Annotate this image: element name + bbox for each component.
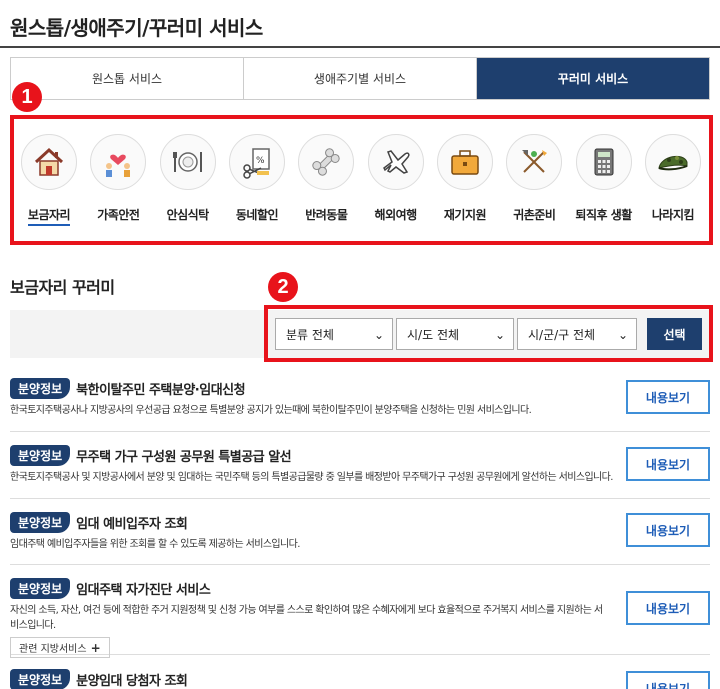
category-label: 재기지원 <box>443 208 487 222</box>
category-label: 해외여행 <box>374 208 418 222</box>
view-details-button[interactable]: 내용보기 <box>626 380 710 414</box>
category-national-defense[interactable]: 나라지킴 <box>640 134 706 226</box>
service-description: 임대주택 예비입주자들을 위한 조회를 할 수 있도록 제공하는 서비스입니다. <box>10 539 300 550</box>
category-label: 퇴직후 생활 <box>575 208 632 222</box>
category-housing[interactable]: 보금자리 <box>16 134 82 226</box>
category-local-discount[interactable]: % 동네할인 <box>224 134 290 226</box>
service-title[interactable]: 북한이탈주민 주택분양·임대신청 <box>76 379 245 398</box>
category-label: 나라지킴 <box>651 208 695 222</box>
tab-lifecycle[interactable]: 생애주기별 서비스 <box>244 58 477 99</box>
category-badge: 분양정보 <box>10 378 71 399</box>
section-title: 보금자리 꾸러미 <box>10 278 115 297</box>
category-family-safety[interactable]: 가족안전 <box>85 134 151 226</box>
category-label: 동네할인 <box>235 208 279 222</box>
category-travel[interactable]: 해외여행 <box>363 134 429 226</box>
page-title: 원스톱/생애주기/꾸러미 서비스 <box>10 16 263 40</box>
category-badge: 분양정보 <box>10 578 71 599</box>
service-title[interactable]: 임대 예비입주자 조회 <box>76 513 188 532</box>
category-label: 귀촌준비 <box>513 208 556 222</box>
calculator-icon <box>575 134 632 190</box>
category-label: 반려동물 <box>305 208 348 222</box>
svg-text:%: % <box>256 156 265 166</box>
service-title[interactable]: 무주택 가구 구성원 공무원 특별공급 알선 <box>76 446 291 465</box>
category-safe-table[interactable]: 안심식탁 <box>155 134 221 226</box>
view-details-button[interactable]: 내용보기 <box>626 513 710 547</box>
list-item: 분양정보 임대주택 자가진단 서비스 자신의 소득, 자산, 여건 등에 적합한 … <box>10 565 710 658</box>
service-list: 분양정보 북한이탈주민 주택분양·임대신청 한국토지주택공사나 지방공사의 우선공… <box>10 366 710 689</box>
category-label: 안심식탁 <box>166 208 210 222</box>
list-item: 분양정보 무주택 가구 구성원 공무원 특별공급 알선 한국토지주택공사 및 지방… <box>10 432 710 499</box>
tab-onestop[interactable]: 원스톱 서비스 <box>11 58 244 99</box>
house-icon <box>21 134 77 190</box>
view-details-button[interactable]: 내용보기 <box>626 447 710 481</box>
marker-two: 2 <box>268 272 298 302</box>
briefcase-icon <box>436 134 493 190</box>
category-restart-support[interactable]: 재기지원 <box>432 134 498 226</box>
discount-icon: % <box>228 134 285 190</box>
farm-tools-icon <box>506 134 563 190</box>
view-details-button[interactable]: 내용보기 <box>626 591 710 625</box>
category-rural-move[interactable]: 귀촌준비 <box>501 134 567 226</box>
service-description: 한국토지주택공사나 지방공사의 우선공급 요청으로 특별분양 공지가 있는때에 … <box>10 405 532 416</box>
bone-icon <box>298 134 355 190</box>
filter-highlight-box <box>264 305 713 362</box>
category-pets[interactable]: 반려동물 <box>293 134 359 226</box>
service-description: 한국토지주택공사 및 지방공사에서 분양 및 임대하는 국민주택 등의 특별공급… <box>10 472 613 483</box>
military-cap-icon <box>644 134 701 190</box>
category-icons: 보금자리 가족안전 안심식탁 % 동네할인 반려동물 해외여행 재기지원 귀촌준… <box>16 134 706 226</box>
service-tabs: 원스톱 서비스 생애주기별 서비스 꾸러미 서비스 <box>10 57 710 100</box>
plus-icon: + <box>90 640 101 655</box>
list-item: 분양정보 임대 예비입주자 조회 임대주택 예비입주자들을 위한 조회를 할 수 … <box>10 499 710 565</box>
dining-icon <box>159 134 216 190</box>
service-description: 자신의 소득, 자산, 여건 등에 적합한 주거 지원정책 및 신청 가능 여부… <box>10 605 603 631</box>
category-badge: 분양정보 <box>10 445 71 466</box>
title-divider <box>0 46 720 48</box>
category-badge: 분양정보 <box>10 669 71 689</box>
list-item: 분양정보 분양임대 당첨자 조회 내용보기 <box>10 655 710 689</box>
service-title[interactable]: 임대주택 자가진단 서비스 <box>76 579 211 598</box>
airplane-icon <box>367 134 424 190</box>
list-item: 분양정보 북한이탈주민 주택분양·임대신청 한국토지주택공사나 지방공사의 우선공… <box>10 366 710 432</box>
family-heart-icon <box>90 134 147 190</box>
service-title[interactable]: 분양임대 당첨자 조회 <box>76 670 188 689</box>
category-badge: 분양정보 <box>10 512 71 533</box>
tab-bundle[interactable]: 꾸러미 서비스 <box>477 58 709 99</box>
category-retirement[interactable]: 퇴직후 생활 <box>571 134 637 226</box>
category-label: 가족안전 <box>97 208 140 222</box>
view-details-button[interactable]: 내용보기 <box>626 671 710 689</box>
category-label: 보금자리 <box>27 206 71 226</box>
marker-one: 1 <box>12 82 42 112</box>
